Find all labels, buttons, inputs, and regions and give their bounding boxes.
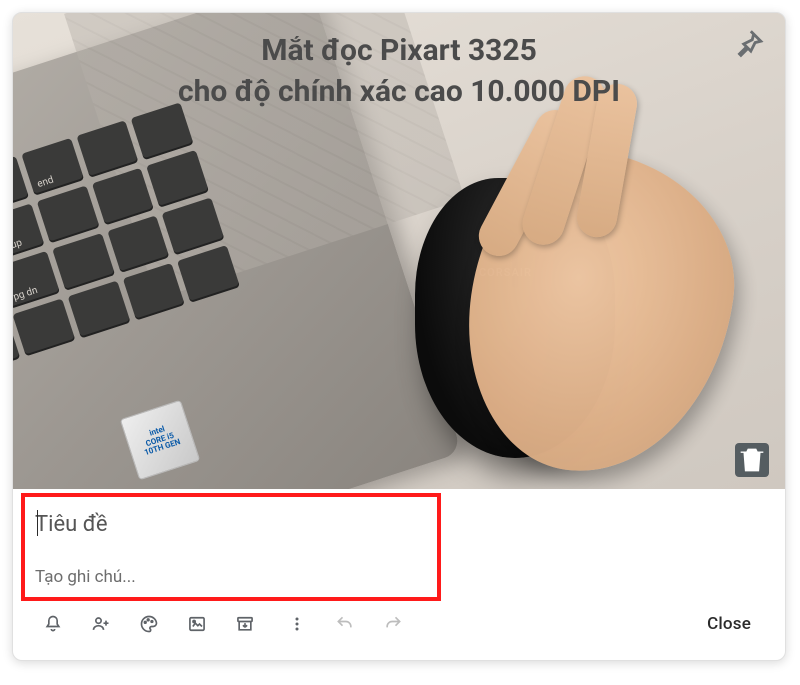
key	[13, 298, 75, 356]
key	[122, 263, 185, 321]
undo-icon	[335, 614, 355, 634]
hero-caption-line: cho độ chính xác cao 10.000 DPI	[13, 72, 785, 113]
key	[177, 245, 240, 303]
image-icon	[187, 614, 207, 634]
text-caret	[37, 510, 38, 536]
pin-button[interactable]	[731, 27, 765, 61]
note-body-input[interactable]	[35, 563, 763, 591]
pin-icon	[731, 27, 765, 61]
hero-caption: Mắt đọc Pixart 3325 cho độ chính xác cao…	[13, 31, 785, 112]
more-vert-icon	[287, 614, 307, 634]
key	[107, 215, 170, 273]
key	[37, 186, 100, 244]
remind-me-button[interactable]	[31, 603, 75, 645]
archive-button[interactable]	[223, 603, 267, 645]
color-palette-button[interactable]	[127, 603, 171, 645]
note-card: delete home end backspace pg up enter pg…	[12, 12, 786, 661]
redo-button[interactable]	[371, 603, 415, 645]
key: end	[21, 138, 84, 196]
person-add-icon	[91, 614, 111, 634]
title-input[interactable]	[35, 507, 763, 541]
redo-icon	[383, 614, 403, 634]
bell-icon	[43, 614, 63, 634]
key	[68, 281, 131, 339]
note-image: delete home end backspace pg up enter pg…	[13, 13, 785, 489]
delete-image-button[interactable]	[735, 443, 769, 477]
key	[146, 150, 209, 208]
trash-icon	[735, 443, 769, 477]
key	[52, 233, 115, 291]
undo-button[interactable]	[323, 603, 367, 645]
hero-caption-line: Mắt đọc Pixart 3325	[13, 31, 785, 72]
close-button[interactable]: Close	[689, 606, 769, 642]
more-options-button[interactable]	[275, 603, 319, 645]
collaborator-button[interactable]	[79, 603, 123, 645]
note-toolbar: Close	[13, 597, 785, 655]
archive-icon	[235, 614, 255, 634]
key	[92, 168, 155, 226]
key	[76, 120, 139, 178]
palette-icon	[139, 614, 159, 634]
add-image-button[interactable]	[175, 603, 219, 645]
note-inputs	[13, 489, 785, 597]
key	[162, 197, 225, 255]
